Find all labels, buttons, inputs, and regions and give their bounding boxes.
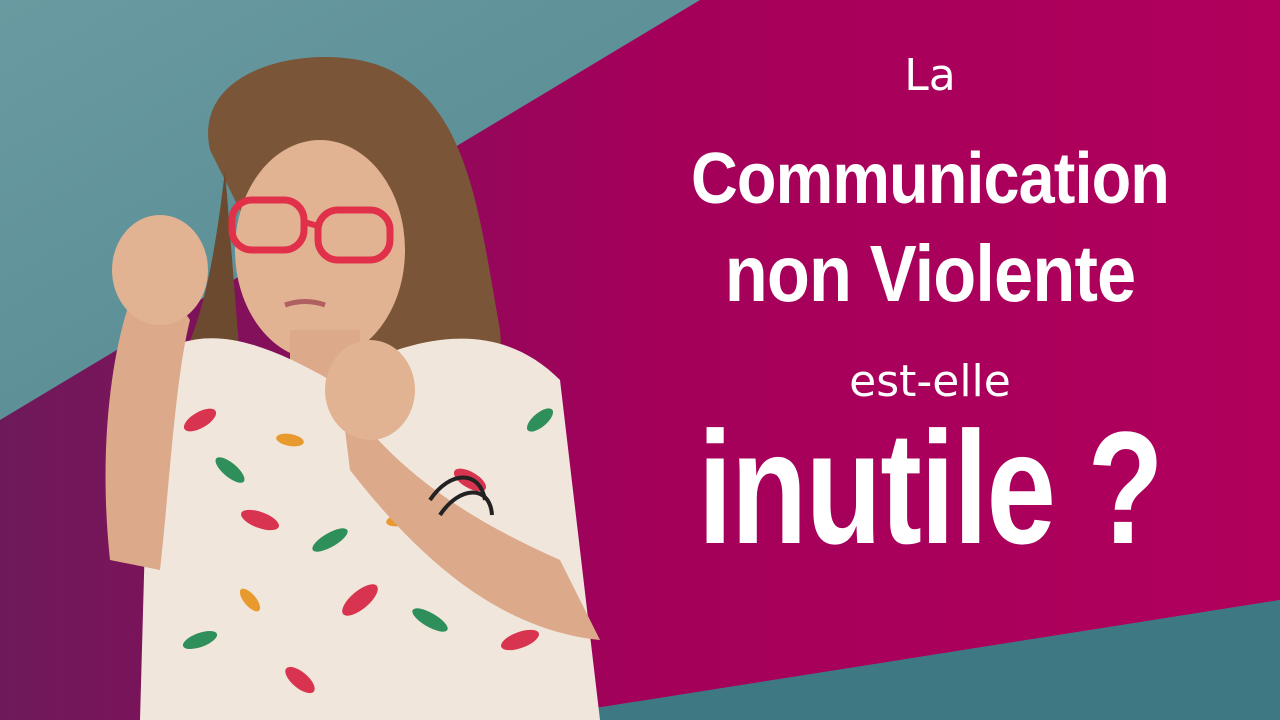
headline-line-2: Communication xyxy=(691,139,1170,219)
headline-line-5: inutile ? xyxy=(697,398,1164,577)
headline: La Communication non Violente est-elle i… xyxy=(600,40,1260,680)
thumbnail: La Communication non Violente est-elle i… xyxy=(0,0,1280,720)
headline-line-3: non Violente xyxy=(724,229,1136,318)
headline-line-1: La xyxy=(904,50,956,101)
